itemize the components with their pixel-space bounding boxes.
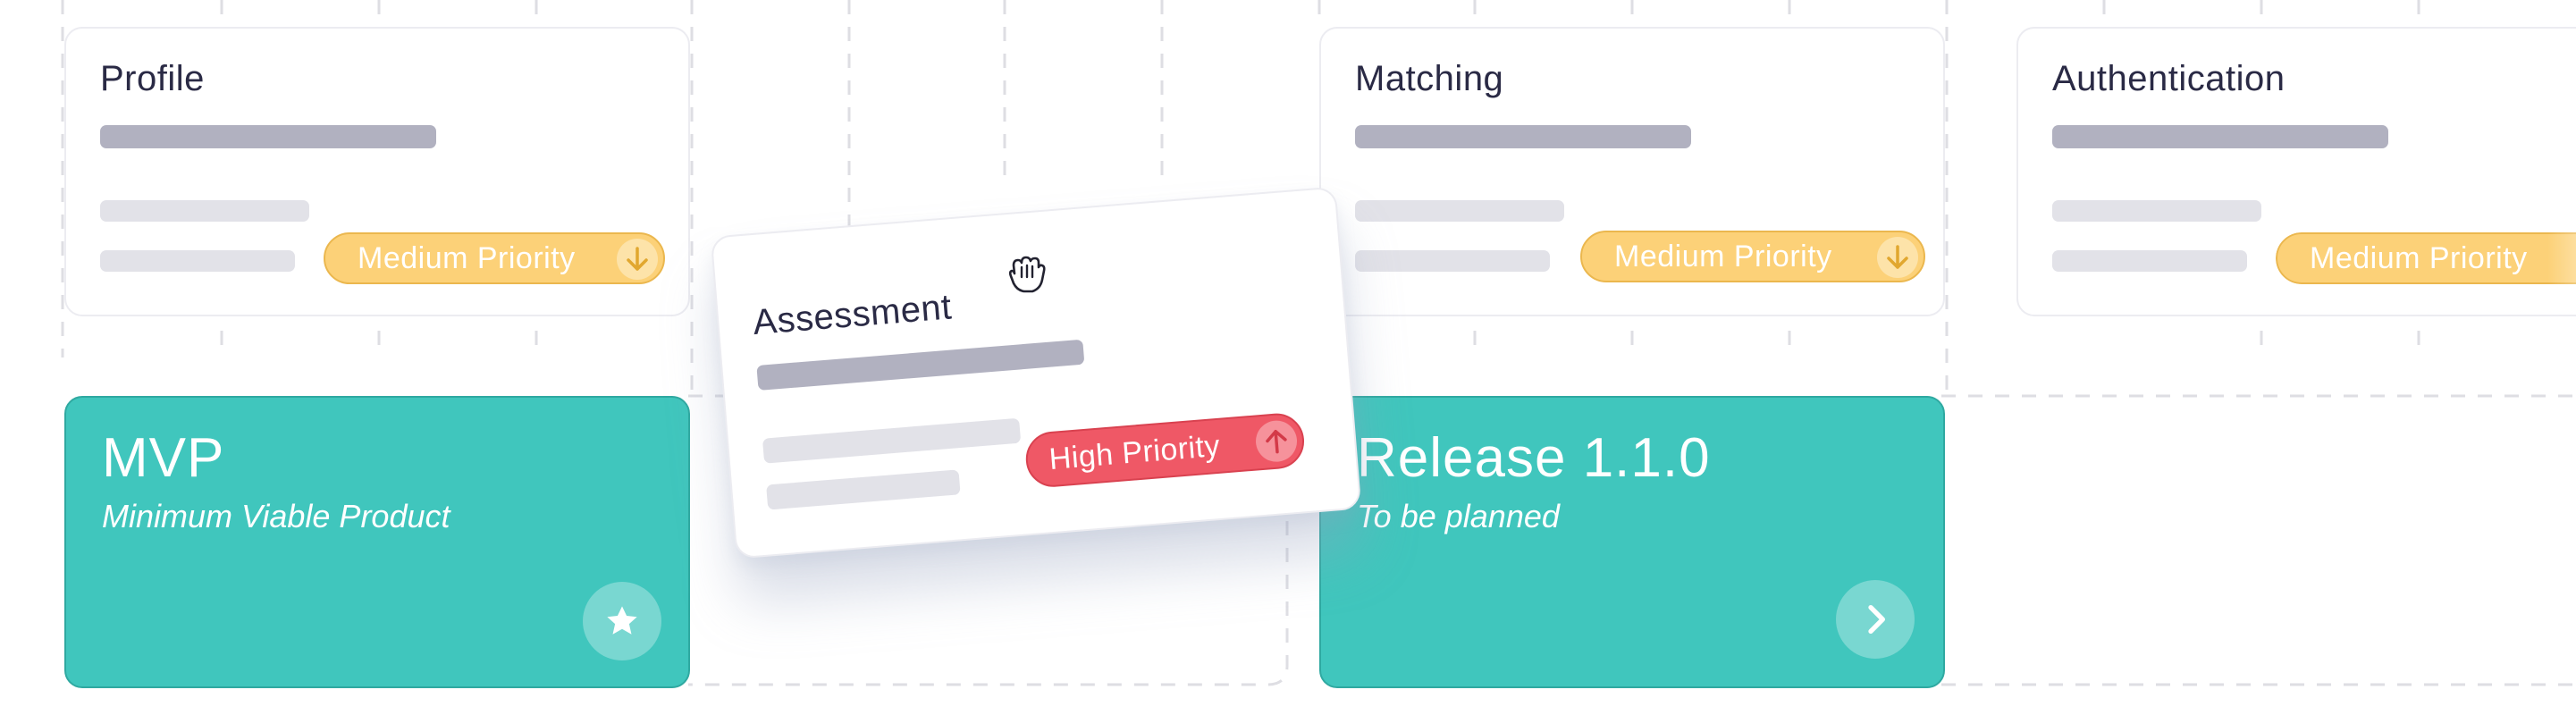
- skeleton-bar: [100, 200, 309, 222]
- skeleton-bar: [762, 417, 1022, 464]
- feature-card-authentication[interactable]: Authentication Medium Priority: [2016, 27, 2576, 316]
- priority-label: Medium Priority: [2310, 240, 2528, 275]
- release-subtitle: To be planned: [1357, 498, 1560, 534]
- arrow-up-icon: [1254, 418, 1299, 464]
- card-title: Authentication: [2052, 59, 2286, 98]
- priority-badge[interactable]: Medium Priority: [324, 232, 665, 284]
- priority-label: Medium Priority: [1614, 239, 1832, 273]
- card-title: Profile: [100, 59, 205, 98]
- priority-label: Medium Priority: [358, 240, 576, 275]
- release-title: MVP: [102, 427, 225, 489]
- priority-badge[interactable]: High Priority: [1023, 411, 1307, 490]
- skeleton-bar: [1355, 250, 1550, 272]
- skeleton-bar: [100, 125, 436, 148]
- arrow-down-icon: [617, 239, 658, 280]
- favorite-button[interactable]: [583, 582, 661, 660]
- release-title: Release 1.1.0: [1357, 427, 1711, 489]
- card-title: Assessment: [751, 287, 954, 343]
- priority-label: High Priority: [1048, 428, 1222, 476]
- skeleton-bar: [1355, 200, 1564, 222]
- chevron-right-icon: [1868, 605, 1885, 634]
- skeleton-bar: [766, 469, 961, 510]
- skeleton-bar: [2052, 250, 2247, 272]
- star-icon: [607, 606, 637, 635]
- feature-card-profile[interactable]: Profile Medium Priority: [64, 27, 690, 316]
- release-card-1-1-0[interactable]: Release 1.1.0 To be planned: [1319, 396, 1945, 688]
- card-title: Matching: [1355, 59, 1504, 98]
- skeleton-bar: [756, 339, 1085, 391]
- priority-badge[interactable]: Medium Priority: [1580, 231, 1925, 282]
- skeleton-bar: [2052, 125, 2388, 148]
- feature-card-matching[interactable]: Matching Medium Priority: [1319, 27, 1945, 316]
- priority-badge[interactable]: Medium Priority: [2276, 232, 2576, 284]
- release-subtitle: Minimum Viable Product: [102, 498, 450, 534]
- grab-hand-cursor-icon: [1008, 256, 1046, 293]
- arrow-down-icon: [1877, 237, 1918, 278]
- skeleton-bar: [2052, 200, 2261, 222]
- dragged-card-assessment[interactable]: Assessment High Priority: [710, 186, 1362, 559]
- release-card-mvp[interactable]: MVP Minimum Viable Product: [64, 396, 690, 688]
- skeleton-bar: [1355, 125, 1691, 148]
- open-release-button[interactable]: [1836, 580, 1915, 659]
- skeleton-bar: [100, 250, 295, 272]
